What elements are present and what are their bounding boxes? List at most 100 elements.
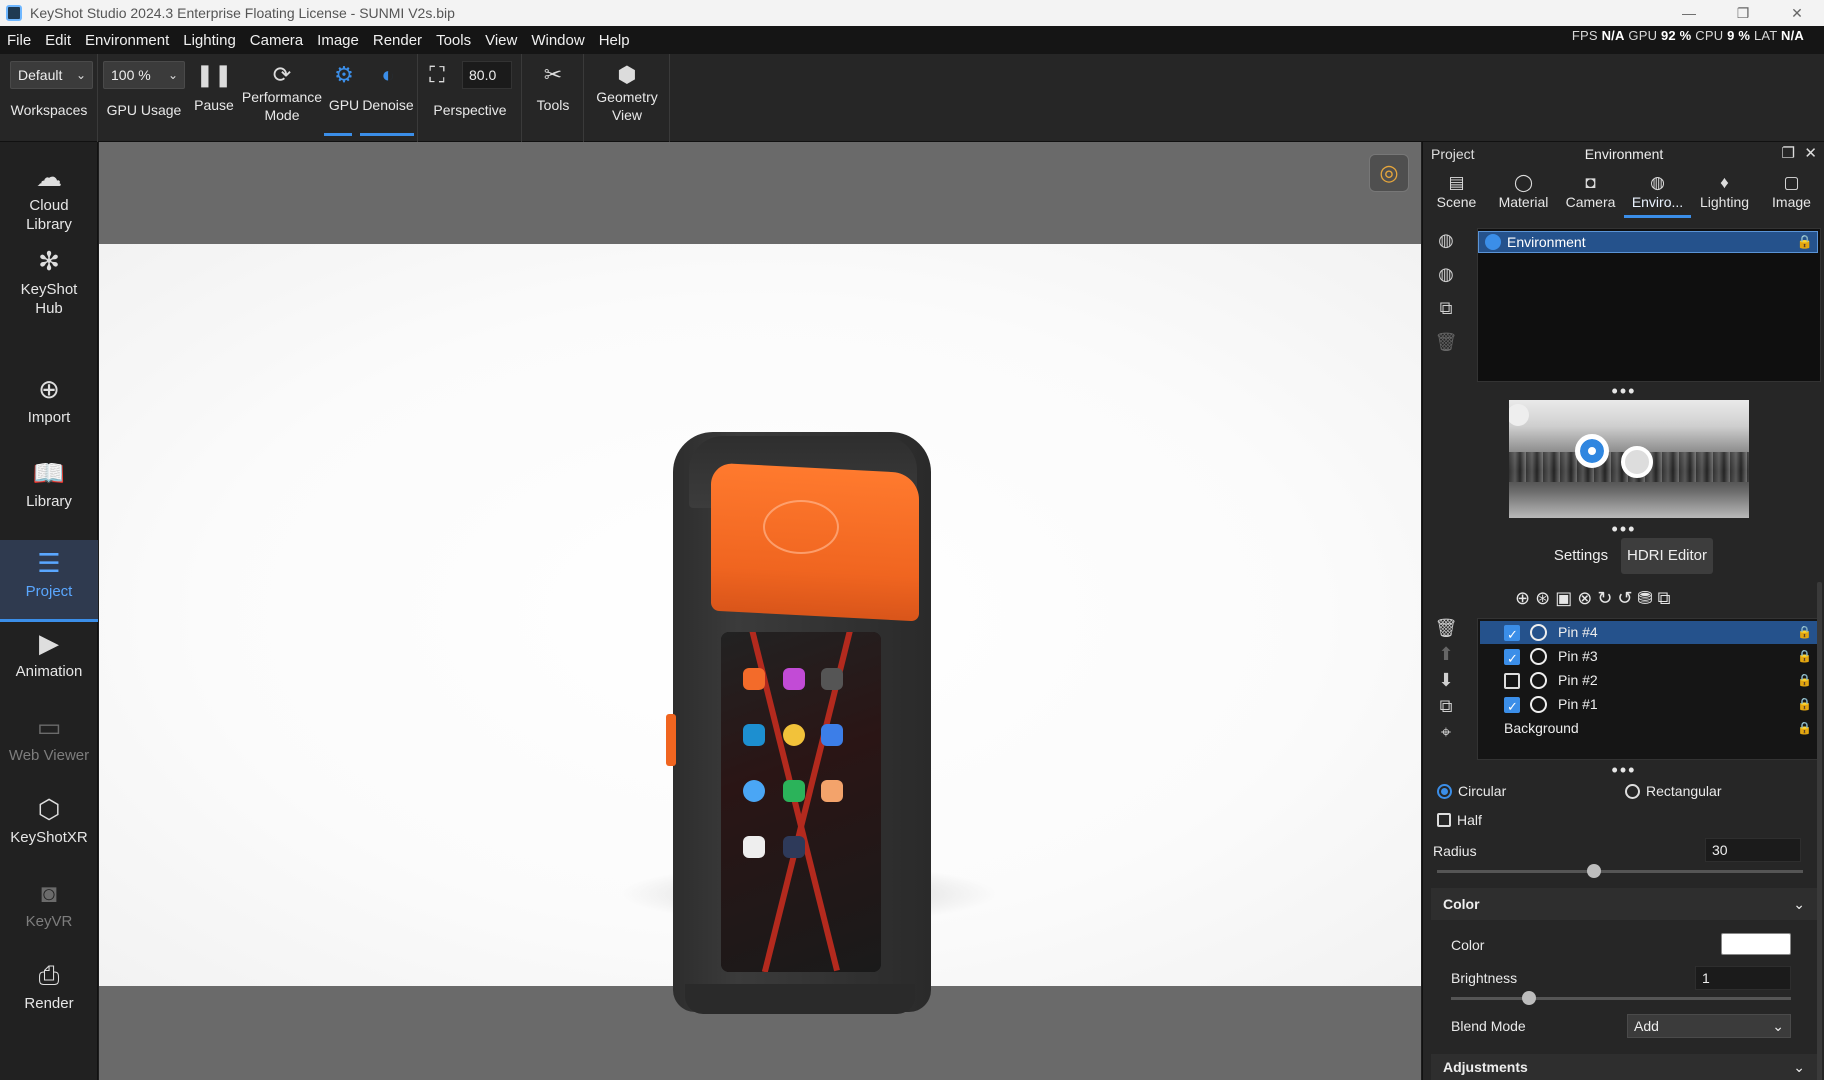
pause-button[interactable]: ❚❚ Pause xyxy=(186,54,242,142)
performance-mode-button[interactable]: ⟳ Performance Mode xyxy=(238,54,326,142)
sidebar-item-keyvr[interactable]: ◙ KeyVR xyxy=(0,878,98,931)
brightness-input[interactable]: 1 xyxy=(1695,966,1791,990)
blend-mode-select[interactable]: Add ⌄ xyxy=(1627,1014,1791,1038)
save-hdri-icon[interactable]: ⛃ xyxy=(1637,588,1652,612)
rectangular-radio[interactable] xyxy=(1625,784,1640,799)
sidebar-item-library[interactable]: 📖 Library xyxy=(0,458,98,511)
sync-icon[interactable]: ↺ xyxy=(1617,588,1632,612)
menu-help[interactable]: Help xyxy=(592,32,637,49)
pin-row[interactable]: Pin #2 🔒 xyxy=(1480,669,1818,692)
menu-lighting[interactable]: Lighting xyxy=(176,32,243,49)
sidebar-item-animation[interactable]: ▶ Animation xyxy=(0,628,98,681)
menu-view[interactable]: View xyxy=(478,32,524,49)
radius-input[interactable]: 30 xyxy=(1705,838,1801,862)
add-gradient-pin-icon[interactable]: ⊛ xyxy=(1535,588,1550,612)
background-row[interactable]: Background 🔒 xyxy=(1480,717,1818,740)
pin-visibility-checkbox[interactable] xyxy=(1504,695,1520,718)
render-region[interactable] xyxy=(99,244,1421,1014)
open-folder-icon[interactable]: ⧉ xyxy=(1658,588,1671,612)
tab-camera[interactable]: ◘ Camera xyxy=(1557,172,1624,218)
minimize-button[interactable]: — xyxy=(1662,0,1716,26)
perspective-label[interactable]: Perspective xyxy=(418,102,522,126)
tab-lighting[interactable]: ♦ Lighting xyxy=(1691,172,1758,218)
tab-hdri-editor[interactable]: HDRI Editor xyxy=(1621,538,1713,574)
target-icon[interactable]: ⌖ xyxy=(1431,722,1461,743)
tab-material[interactable]: ◯ Material xyxy=(1490,172,1557,218)
tab-settings[interactable]: Settings xyxy=(1545,538,1617,574)
menu-camera[interactable]: Camera xyxy=(243,32,310,49)
hdri-pin-marker[interactable] xyxy=(1509,404,1529,426)
undock-icon[interactable]: ❐ xyxy=(1782,144,1795,162)
hdri-pin-marker[interactable] xyxy=(1621,446,1653,478)
add-image-pin-icon[interactable]: ▣ xyxy=(1555,588,1572,612)
menu-tools[interactable]: Tools xyxy=(429,32,478,49)
gpu-toggle-button[interactable]: ⚙ GPU xyxy=(324,54,364,142)
restore-button[interactable]: ❐ xyxy=(1716,0,1770,26)
lock-icon[interactable]: 🔒 xyxy=(1797,645,1812,668)
brightness-slider[interactable] xyxy=(1451,997,1791,1000)
geometry-view-button[interactable]: ⬢ Geometry View xyxy=(584,54,670,142)
tab-scene[interactable]: ▤ Scene xyxy=(1423,172,1490,218)
menu-window[interactable]: Window xyxy=(524,32,591,49)
copy-environment-icon[interactable]: ⧉ xyxy=(1431,298,1461,319)
lock-icon[interactable]: 🔒 xyxy=(1797,669,1812,692)
lock-icon[interactable]: 🔒 xyxy=(1797,717,1812,740)
menu-file[interactable]: File xyxy=(0,32,38,49)
radius-slider-knob[interactable] xyxy=(1587,864,1602,878)
lock-icon[interactable]: 🔒 xyxy=(1797,621,1812,644)
move-pin-down-icon[interactable]: ⬇ xyxy=(1431,670,1461,691)
add-environment-icon[interactable]: ◍ xyxy=(1431,230,1461,251)
color-swatch[interactable] xyxy=(1721,933,1791,955)
brightness-slider-knob[interactable] xyxy=(1522,991,1537,1005)
lock-icon[interactable]: 🔒 xyxy=(1797,693,1812,716)
circular-radio[interactable] xyxy=(1437,784,1452,799)
delete-pin-icon[interactable]: 🗑 xyxy=(1431,618,1461,639)
environment-list-item[interactable]: Environment 🔒 xyxy=(1478,231,1818,253)
hdri-preview[interactable] xyxy=(1509,400,1749,518)
half-checkbox[interactable] xyxy=(1437,813,1451,827)
tab-image[interactable]: ▢ Image xyxy=(1758,172,1824,218)
color-section-header[interactable]: Color ⌄ xyxy=(1431,888,1817,920)
sidebar-item-keyshot-hub[interactable]: ✻ KeyShot Hub xyxy=(0,246,98,318)
pin-row[interactable]: Pin #1 🔒 xyxy=(1480,693,1818,718)
add-pin-icon[interactable]: ⊕ xyxy=(1515,588,1530,612)
sidebar-item-keyshotxr[interactable]: ⬡ KeyShotXR xyxy=(0,794,98,847)
splitter-handle[interactable]: ••• xyxy=(1423,382,1824,400)
tab-environment[interactable]: ◍ Enviro... xyxy=(1624,172,1691,218)
add-sun-pin-icon[interactable]: ⊗ xyxy=(1577,588,1592,612)
sidebar-item-project[interactable]: ☰ Project xyxy=(0,540,98,622)
perspective-icon-button[interactable]: ⛶ xyxy=(422,54,452,94)
duplicate-environment-icon[interactable]: ◍ xyxy=(1431,264,1461,285)
pin-row[interactable]: Pin #4 🔒 xyxy=(1480,621,1818,646)
menu-render[interactable]: Render xyxy=(366,32,429,49)
splitter-handle[interactable]: ••• xyxy=(1423,520,1824,538)
pin-row[interactable]: Pin #3 🔒 xyxy=(1480,645,1818,670)
menu-edit[interactable]: Edit xyxy=(38,32,78,49)
sidebar-item-render[interactable]: ⎙ Render xyxy=(0,960,98,1013)
workspace-select[interactable]: Default ⌄ xyxy=(10,61,93,89)
radius-slider[interactable] xyxy=(1437,870,1803,873)
tools-button[interactable]: ✂ Tools xyxy=(522,54,584,142)
sidebar-item-web-viewer[interactable]: ▭ Web Viewer xyxy=(0,712,98,765)
pin-visibility-checkbox[interactable] xyxy=(1504,623,1520,646)
panel-scrollbar[interactable] xyxy=(1817,582,1822,1080)
lock-icon[interactable]: 🔒 xyxy=(1797,232,1813,252)
sidebar-item-import[interactable]: ⊕ Import xyxy=(0,374,98,427)
denoise-button[interactable]: ◐ Denoise xyxy=(360,54,416,142)
environment-globe-button[interactable]: ◎ xyxy=(1369,154,1409,192)
field-of-view-input[interactable]: 80.0 xyxy=(462,61,512,89)
reset-icon[interactable]: ↻ xyxy=(1597,588,1612,612)
splitter-handle[interactable]: ••• xyxy=(1423,761,1824,779)
render-viewport[interactable]: ◎ xyxy=(99,142,1421,1080)
gpu-usage-select[interactable]: 100 % ⌄ xyxy=(103,61,185,89)
menu-image[interactable]: Image xyxy=(310,32,366,49)
pin-visibility-checkbox[interactable] xyxy=(1504,647,1520,670)
close-panel-icon[interactable]: ✕ xyxy=(1804,144,1817,162)
move-pin-up-icon[interactable]: ⬆ xyxy=(1431,644,1461,665)
open-folder-icon[interactable]: ⧉ xyxy=(1431,696,1461,717)
hdri-pin-marker-selected[interactable] xyxy=(1575,434,1609,468)
close-button[interactable]: ✕ xyxy=(1770,0,1824,26)
delete-environment-icon[interactable]: 🗑 xyxy=(1431,332,1461,353)
adjustments-section-header[interactable]: Adjustments ⌄ xyxy=(1431,1054,1817,1080)
sidebar-item-cloud-library[interactable]: ☁ Cloud Library xyxy=(0,162,98,234)
